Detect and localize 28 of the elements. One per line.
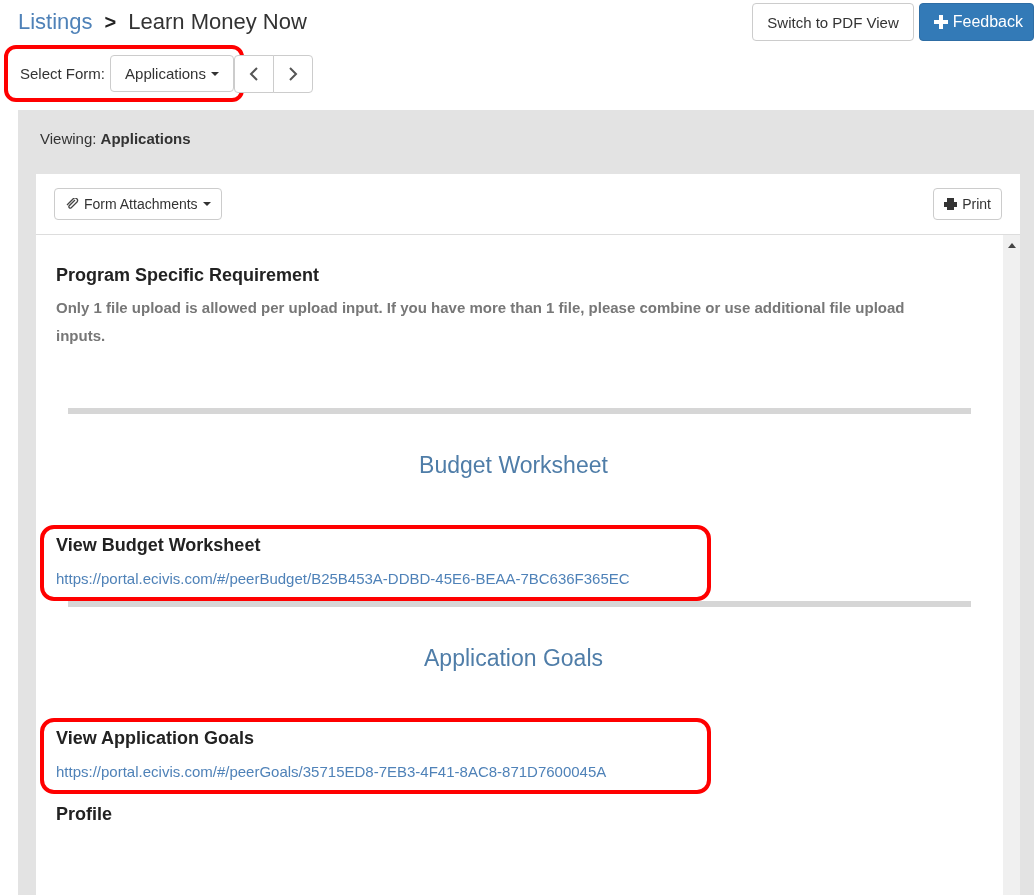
field-title: Program Specific Requirement [56, 265, 321, 286]
next-button[interactable] [272, 54, 313, 93]
field-title: View Application Goals [56, 728, 256, 749]
caret-icon [210, 71, 219, 76]
form-attachments-button[interactable]: Form Attachments [54, 188, 222, 220]
scrollbar[interactable] [1003, 235, 1020, 895]
breadcrumb-separator: > [104, 10, 117, 34]
page-title: Learn Money Now [128, 9, 307, 35]
link[interactable]: https://portal.ecivis.com/#/peerGoals/35715ED8-7EB3-4F41-8AC8-871D7600045A [56, 763, 695, 780]
link[interactable]: https://portal.ecivis.com/#/peerBudget/B25B453A-DDBD-45E6-BEAA-7BC636F365EC [56, 570, 695, 587]
print-button[interactable]: Print [933, 188, 1002, 220]
scroll-up-icon [1007, 243, 1016, 248]
paperclip-icon [65, 198, 79, 210]
chevron-right-icon [287, 66, 298, 81]
feedback-button[interactable]: Feedback [918, 3, 1034, 41]
previous-button[interactable] [233, 54, 274, 93]
chevron-left-icon [248, 66, 259, 81]
section-heading: Application Goals [423, 644, 604, 673]
form-dropdown[interactable]: Applications [110, 55, 234, 92]
field-description: Only 1 file upload is allowed per upload input. If you have more than 1 file, please combine or use additional file upload inputs. [56, 298, 906, 346]
section-heading: Budget Worksheet [418, 451, 609, 480]
select-form-label: Select Form: [20, 65, 106, 82]
pdf-view-button[interactable]: Switch to PDF View [752, 3, 914, 41]
field-title: View Budget Worksheet [56, 535, 262, 556]
plus-icon [933, 15, 948, 29]
field-title: Profile [56, 804, 113, 825]
breadcrumb-link[interactable]: Listings [18, 9, 93, 35]
viewing-label: Viewing: Applications [40, 130, 192, 147]
